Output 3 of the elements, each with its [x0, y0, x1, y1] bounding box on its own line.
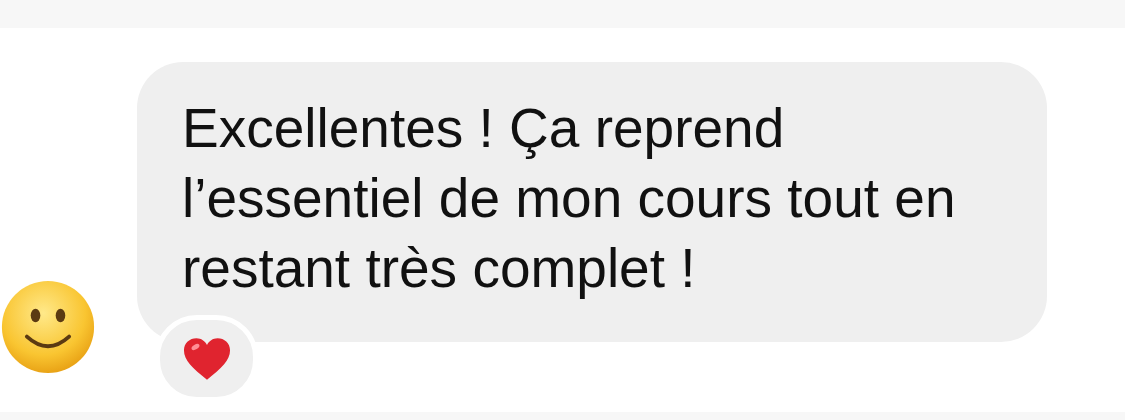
smiley-avatar-icon: [0, 279, 96, 375]
message-text: Excellentes ! Ça reprend l’essentiel de mon cours tout en restant très complet !: [182, 96, 957, 301]
heart-icon: [182, 336, 231, 381]
